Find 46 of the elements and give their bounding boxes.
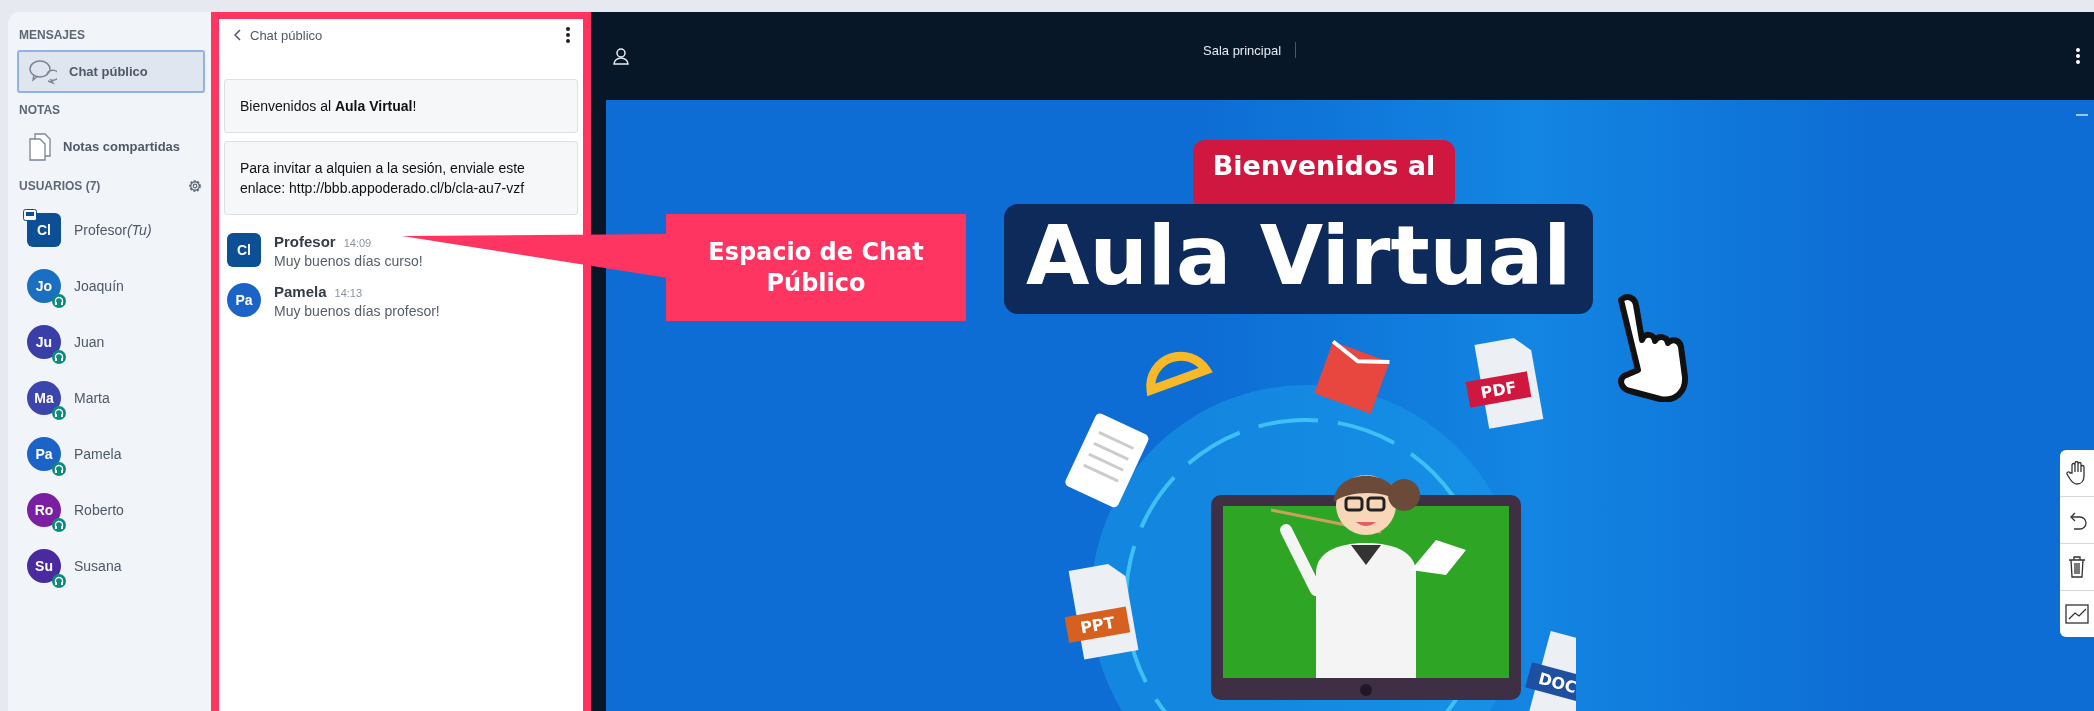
back-link[interactable]: Chat público (234, 27, 323, 43)
message-text: Muy buenos días curso! (274, 253, 423, 269)
file-label: PDF (1479, 377, 1518, 403)
trash-icon (2067, 555, 2087, 579)
hand-icon (2066, 461, 2088, 485)
sender-name: Pamela (274, 283, 327, 300)
section-heading: MENSAJES (19, 28, 86, 42)
user-name[interactable]: Juan (74, 334, 105, 350)
chat-bubbles-icon (29, 58, 57, 85)
presenter-icon (23, 209, 37, 221)
slide-title: Aula Virtual (1004, 204, 1594, 314)
user-name[interactable]: Roberto (74, 502, 124, 518)
headphones-icon (52, 574, 66, 588)
documents-icon (29, 132, 51, 161)
headphones-icon (52, 406, 66, 420)
message-time: 14:09 (343, 237, 372, 249)
file-label: DOC (1536, 668, 1576, 698)
notes-nav-item[interactable]: Notas compartidas (17, 125, 205, 168)
more-options-icon[interactable] (2076, 48, 2080, 64)
system-message: Bienvenidos al Aula Virtual! (224, 79, 578, 133)
user-name[interactable]: Susana (74, 558, 122, 574)
headphones-icon (52, 462, 66, 476)
user-name[interactable]: Pamela (74, 446, 122, 462)
headphones-icon (52, 294, 66, 308)
user-name[interactable]: Joaquín (74, 278, 124, 294)
sender-name: Profesor (274, 233, 336, 250)
chat-nav-item[interactable]: Chat público (17, 50, 205, 93)
section-heading: NOTAS (19, 103, 61, 117)
line-chart-icon (2065, 604, 2089, 624)
user-name[interactable]: Profesor(Tu) (74, 222, 152, 238)
settings-icon[interactable] (187, 178, 203, 194)
user-icon[interactable] (613, 47, 629, 65)
headphones-icon (52, 518, 66, 532)
message-text: Muy buenos días profesor! (274, 303, 440, 319)
user-name[interactable]: Marta (74, 390, 110, 406)
user-avatar: Cl (227, 233, 261, 267)
user-avatar: Pa (227, 283, 261, 317)
system-message: Para invitar a alquien a la sesión, enviale este enlace: http://bbb.appoderado.cl/b/cla-au7-vzf (224, 141, 578, 215)
more-options-icon[interactable] (566, 27, 570, 43)
room-title: Sala principal (1203, 42, 1282, 58)
headphones-icon (52, 350, 66, 364)
chevron-left-icon (234, 29, 242, 41)
callout-box: Espacio de Chat Público (666, 214, 966, 321)
section-heading: USUARIOS (7) (19, 179, 101, 193)
message-time: 14:13 (334, 287, 363, 299)
file-label: PPT (1078, 612, 1117, 638)
